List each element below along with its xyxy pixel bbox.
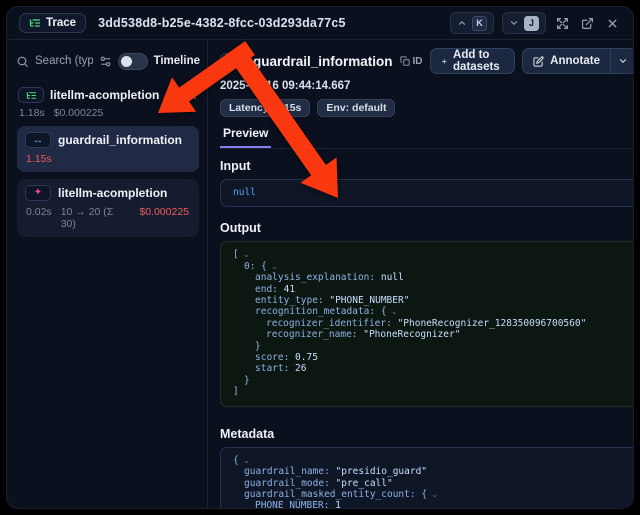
annotate-button[interactable]: Annotate	[522, 48, 611, 74]
code-line: end: 41	[233, 284, 634, 295]
next-observation-button[interactable]: J	[502, 12, 546, 34]
tree-item-label: litellm-acompletion	[50, 88, 159, 102]
copy-icon	[400, 56, 410, 66]
plus-icon	[441, 56, 448, 67]
input-null-value: null	[233, 187, 256, 198]
copy-id-button[interactable]: ID	[400, 56, 423, 67]
search-input[interactable]	[35, 55, 93, 67]
code-line: recognition_metadata: {⌄	[233, 306, 634, 317]
expand-caret-icon[interactable]: ⌄	[431, 489, 438, 499]
code-line: recognizer_identifier: "PhoneRecognizer_…	[233, 318, 634, 329]
latency-value: 1.15s	[26, 153, 52, 165]
expand-collapse-all-icon[interactable]	[187, 90, 198, 101]
keyboard-shortcut-k: K	[472, 16, 487, 31]
list-tree-icon	[29, 17, 41, 29]
code-line: }	[233, 341, 634, 352]
collapse-tree-icon[interactable]	[169, 90, 180, 101]
code-line: PHONE_NUMBER: 1	[233, 500, 634, 509]
expand-fullscreen-button[interactable]	[554, 15, 571, 32]
trace-id: 3dd538d8-b25e-4382-8fcc-03d293da77c5	[98, 16, 346, 30]
timeline-label: Timeline	[154, 55, 200, 67]
open-external-button[interactable]	[579, 15, 596, 32]
code-line: 0: {⌄	[233, 261, 634, 272]
code-line: ]	[233, 386, 634, 397]
code-line: [⌄	[233, 249, 634, 260]
expand-caret-icon[interactable]: ⌄	[243, 249, 250, 259]
trace-detail-window: Trace 3dd538d8-b25e-4382-8fcc-03d293da77…	[6, 6, 634, 509]
close-button[interactable]	[604, 15, 621, 32]
annotate-dropdown-button[interactable]	[611, 48, 634, 74]
code-line: entity_type: "PHONE_NUMBER"	[233, 295, 634, 306]
trace-badge-label: Trace	[46, 17, 76, 29]
observation-detail-panel: ↔ guardrail_information ID Add to datase…	[208, 40, 634, 509]
root-trace-metrics: 1.18s $0.000225	[16, 105, 200, 119]
code-line: start: 26	[233, 363, 634, 374]
prev-observation-button[interactable]: K	[450, 12, 494, 34]
code-line: score: 0.75	[233, 352, 634, 363]
latency-value: 0.02s	[26, 206, 52, 230]
span-icon: ↔	[220, 53, 246, 69]
edit-pencil-icon	[533, 56, 544, 67]
code-line: }	[233, 375, 634, 386]
timeline-toggle[interactable]	[118, 53, 148, 70]
expand-caret-icon[interactable]: ⌄	[243, 455, 250, 465]
span-icon: ↔	[25, 132, 51, 148]
output-json-viewer: [⌄0: {⌄analysis_explanation: nullend: 41…	[220, 241, 634, 406]
filter-settings-icon[interactable]	[99, 55, 112, 68]
code-line: guardrail_name: "presidio_guard"	[233, 466, 634, 477]
chevron-down-icon	[509, 18, 519, 28]
trace-tree-sidebar: Timeline litellm-acompletion	[7, 40, 208, 509]
input-json-viewer: null	[220, 179, 634, 207]
expand-caret-icon[interactable]: ⌄	[391, 306, 398, 316]
code-line: guardrail_mode: "pre_call"	[233, 478, 634, 489]
tree-item-guardrail-information[interactable]: ↔ guardrail_information 1.15s	[17, 126, 199, 172]
latency-badge: Latency: 1.15s	[220, 99, 310, 117]
topbar: Trace 3dd538d8-b25e-4382-8fcc-03d293da77…	[7, 7, 633, 40]
close-icon	[606, 17, 619, 30]
search-icon	[16, 55, 29, 68]
code-line: analysis_explanation: null	[233, 272, 634, 283]
generation-sparkle-icon: ✦	[25, 185, 51, 201]
tree-item-litellm-acompletion[interactable]: ✦ litellm-acompletion 0.02s 10 → 20 (Σ 3…	[17, 179, 199, 237]
input-section-title: Input	[220, 159, 251, 173]
trace-tree-icon	[18, 87, 44, 103]
external-link-icon	[581, 17, 594, 30]
chevron-down-icon	[618, 56, 628, 66]
metadata-json-viewer: {⌄guardrail_name: "presidio_guard"guardr…	[220, 447, 634, 509]
expand-caret-icon[interactable]: ⌄	[271, 261, 278, 271]
code-line: guardrail_masked_entity_count: {⌄	[233, 489, 634, 500]
detail-tabs: Preview	[220, 126, 634, 149]
tree-item-root-trace[interactable]: litellm-acompletion	[16, 85, 200, 105]
code-line: recognizer_name: "PhoneRecognizer"	[233, 329, 634, 340]
chevron-up-icon	[457, 18, 467, 28]
tree-item-label: guardrail_information	[58, 133, 182, 147]
arrows-pointing-out-icon	[556, 17, 569, 30]
keyboard-shortcut-j: J	[524, 16, 539, 31]
cost-value: $0.000225	[54, 107, 104, 119]
output-section-title: Output	[220, 221, 261, 235]
code-line: {⌄	[233, 455, 634, 466]
add-to-datasets-button[interactable]: Add to datasets	[430, 48, 516, 74]
latency-value: 1.18s	[19, 107, 45, 119]
observation-timestamp: 2025-05-16 09:44:14.667	[220, 80, 634, 92]
token-usage-value: 10 → 20 (Σ 30)	[61, 206, 131, 230]
tab-preview[interactable]: Preview	[220, 126, 271, 148]
metadata-section-title: Metadata	[220, 427, 274, 441]
environment-badge: Env: default	[317, 99, 395, 117]
page-title: guardrail_information	[253, 54, 393, 69]
tree-item-label: litellm-acompletion	[58, 186, 167, 200]
trace-type-badge: Trace	[19, 13, 86, 33]
cost-value: $0.000225	[139, 206, 189, 230]
